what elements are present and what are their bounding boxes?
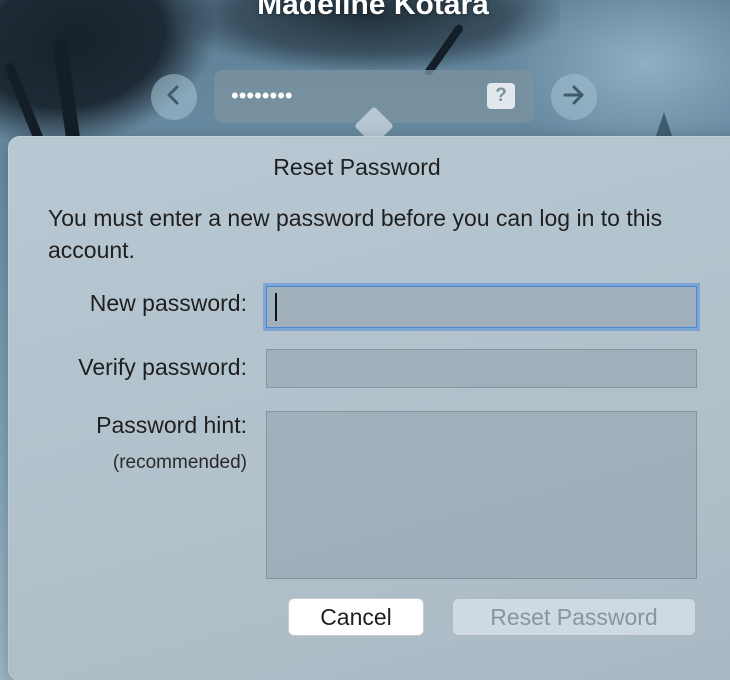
arrow-right-icon (561, 83, 587, 112)
password-hint-sublabel: (recommended) (112, 452, 247, 473)
text-caret (275, 293, 277, 321)
new-password-label: New password: (89, 290, 247, 316)
password-hint-field[interactable] (266, 411, 697, 579)
verify-password-label: Verify password: (78, 354, 247, 380)
reset-password-button[interactable]: Reset Password (452, 598, 696, 636)
new-password-field[interactable] (266, 286, 697, 328)
cancel-button[interactable]: Cancel (288, 598, 424, 636)
login-button[interactable] (551, 74, 597, 120)
dialog-message: You must enter a new password before you… (48, 205, 663, 263)
chevron-left-icon (164, 83, 184, 112)
question-mark-icon: ? (493, 84, 509, 109)
user-name: Madeline Kotara (257, 0, 489, 21)
back-button[interactable] (151, 74, 197, 120)
dialog-title: Reset Password (273, 154, 441, 180)
verify-password-field[interactable] (266, 349, 697, 388)
password-hint-button[interactable]: ? (487, 83, 515, 109)
password-hint-label: Password hint: (96, 412, 247, 438)
svg-text:?: ? (495, 85, 507, 104)
wallpaper-tree (656, 112, 672, 136)
password-masked-value: •••••••• (231, 83, 293, 108)
reset-password-dialog: Reset Password You must enter a new pass… (8, 136, 730, 680)
